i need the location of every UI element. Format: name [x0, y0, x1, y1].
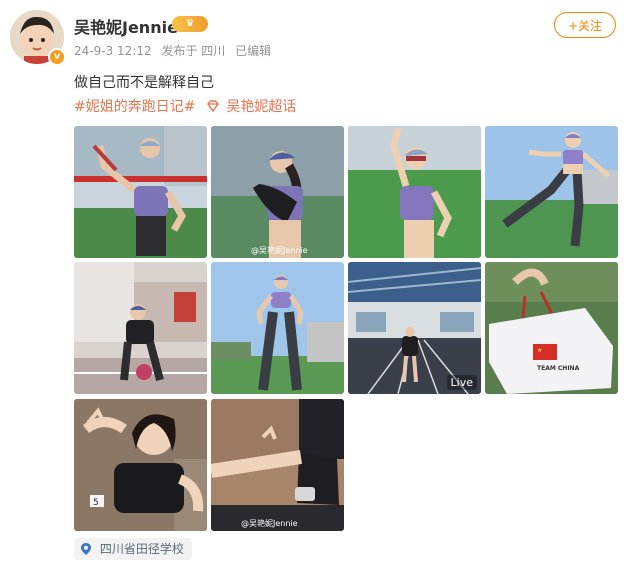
weibo-post: v 吴艳妮Jennie ♛ 24-9-3 12:12 发布于 四川 已编辑 +关… — [0, 0, 640, 564]
photo-1[interactable] — [74, 126, 207, 258]
vip-crown-icon: ♛ — [172, 16, 208, 32]
topic-link-super-topic[interactable]: 吴艳妮超话 — [226, 99, 296, 115]
photo-10[interactable]: @吴艳妮Jennie — [211, 399, 344, 531]
verified-badge-icon: v — [48, 48, 66, 66]
photo-watermark-2: @吴艳妮Jennie — [241, 518, 298, 528]
team-china-label: TEAM CHINA — [537, 365, 580, 372]
location-tag[interactable]: 四川省田径学校 — [74, 538, 192, 560]
edited-label[interactable]: 已编辑 — [235, 44, 271, 58]
post-topics: #妮姐的奔跑日记# 吴艳妮超话 — [74, 96, 300, 116]
photo-7-live[interactable]: Live — [348, 262, 481, 394]
location-pin-icon — [81, 543, 91, 555]
photo-3[interactable] — [348, 126, 481, 258]
post-meta: 24-9-3 12:12 发布于 四川 已编辑 — [74, 42, 277, 59]
post-text: 做自己而不是解释自己 — [74, 75, 214, 91]
photo-4[interactable] — [485, 126, 618, 258]
svg-text:★: ★ — [537, 347, 542, 354]
photo-5[interactable] — [74, 262, 207, 394]
post-date[interactable]: 24-9-3 12:12 — [74, 44, 152, 58]
username[interactable]: 吴艳妮Jennie — [74, 14, 178, 38]
photo-8[interactable]: ★ TEAM CHINA — [485, 262, 618, 394]
bib-number: 5 — [93, 498, 99, 508]
follow-button[interactable]: +关注 — [554, 12, 616, 38]
super-topic-diamond-icon — [207, 100, 219, 113]
photo-watermark: @吴艳妮Jennie — [251, 245, 308, 255]
live-badge: Live — [446, 375, 477, 390]
location-label: 四川省田径学校 — [99, 542, 184, 556]
photo-2[interactable]: @吴艳妮Jennie — [211, 126, 344, 258]
photo-9[interactable]: 5 — [74, 399, 207, 531]
topic-link-running-diary[interactable]: #妮姐的奔跑日记# — [74, 99, 195, 115]
photo-6[interactable] — [211, 262, 344, 394]
post-source: 发布于 四川 — [161, 44, 226, 58]
